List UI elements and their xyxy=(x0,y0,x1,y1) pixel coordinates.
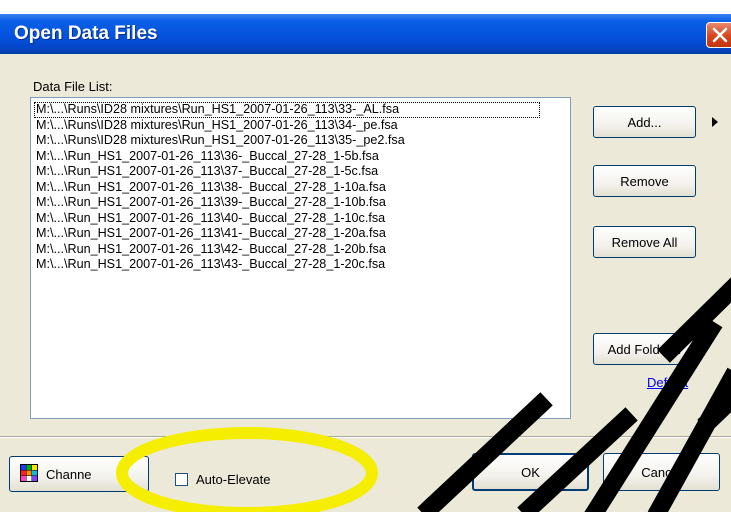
channels-button[interactable]: Channe xyxy=(9,456,149,492)
file-list-item[interactable]: M:\...\Run_HS1_2007-01-26_113\36-_Buccal… xyxy=(34,149,570,165)
channels-grid-icon xyxy=(20,463,38,485)
add-button[interactable]: Add... xyxy=(593,106,696,138)
top-strip xyxy=(0,0,731,14)
ok-button[interactable]: OK xyxy=(472,453,589,491)
separator xyxy=(0,436,731,438)
file-list-item[interactable]: M:\...\Runs\ID28 mixtures\Run_HS1_2007-0… xyxy=(34,133,570,149)
file-list-item[interactable]: M:\...\Run_HS1_2007-01-26_113\37-_Buccal… xyxy=(34,164,570,180)
arrow-right-icon[interactable] xyxy=(711,117,719,127)
file-list-item[interactable]: M:\...\Run_HS1_2007-01-26_113\41-_Buccal… xyxy=(34,226,570,242)
titlebar[interactable]: Open Data Files xyxy=(0,14,731,54)
file-list-item[interactable]: M:\...\Runs\ID28 mixtures\Run_HS1_2007-0… xyxy=(34,102,540,118)
default-link[interactable]: Default xyxy=(647,375,688,390)
open-data-files-dialog: Open Data Files Data File List: M:\...\R… xyxy=(0,0,731,512)
file-list-item[interactable]: M:\...\Run_HS1_2007-01-26_113\40-_Buccal… xyxy=(34,211,570,227)
file-list-item[interactable]: M:\...\Run_HS1_2007-01-26_113\39-_Buccal… xyxy=(34,195,570,211)
file-list-item[interactable]: M:\...\Run_HS1_2007-01-26_113\38-_Buccal… xyxy=(34,180,570,196)
auto-elevate-checkbox[interactable]: Auto-Elevate xyxy=(175,472,270,487)
close-icon xyxy=(712,27,728,43)
file-list-item[interactable]: M:\...\Runs\ID28 mixtures\Run_HS1_2007-0… xyxy=(34,118,570,134)
checkbox-box[interactable] xyxy=(175,473,188,486)
add-folder-button[interactable]: Add Folder... xyxy=(593,333,696,365)
close-button[interactable] xyxy=(706,22,731,48)
file-list-label: Data File List: xyxy=(33,79,113,94)
data-file-list[interactable]: M:\...\Runs\ID28 mixtures\Run_HS1_2007-0… xyxy=(30,97,571,419)
file-list-item[interactable]: M:\...\Run_HS1_2007-01-26_113\42-_Buccal… xyxy=(34,242,570,258)
remove-all-button[interactable]: Remove All xyxy=(593,226,696,258)
cancel-button[interactable]: Cancel xyxy=(603,453,720,491)
channels-button-label: Channe xyxy=(46,466,92,482)
highlight-ellipse xyxy=(116,427,378,512)
dialog-title: Open Data Files xyxy=(14,23,158,44)
file-list-item[interactable]: M:\...\Run_HS1_2007-01-26_113\43-_Buccal… xyxy=(34,257,570,273)
auto-elevate-label: Auto-Elevate xyxy=(196,472,271,487)
remove-button[interactable]: Remove xyxy=(593,165,696,197)
